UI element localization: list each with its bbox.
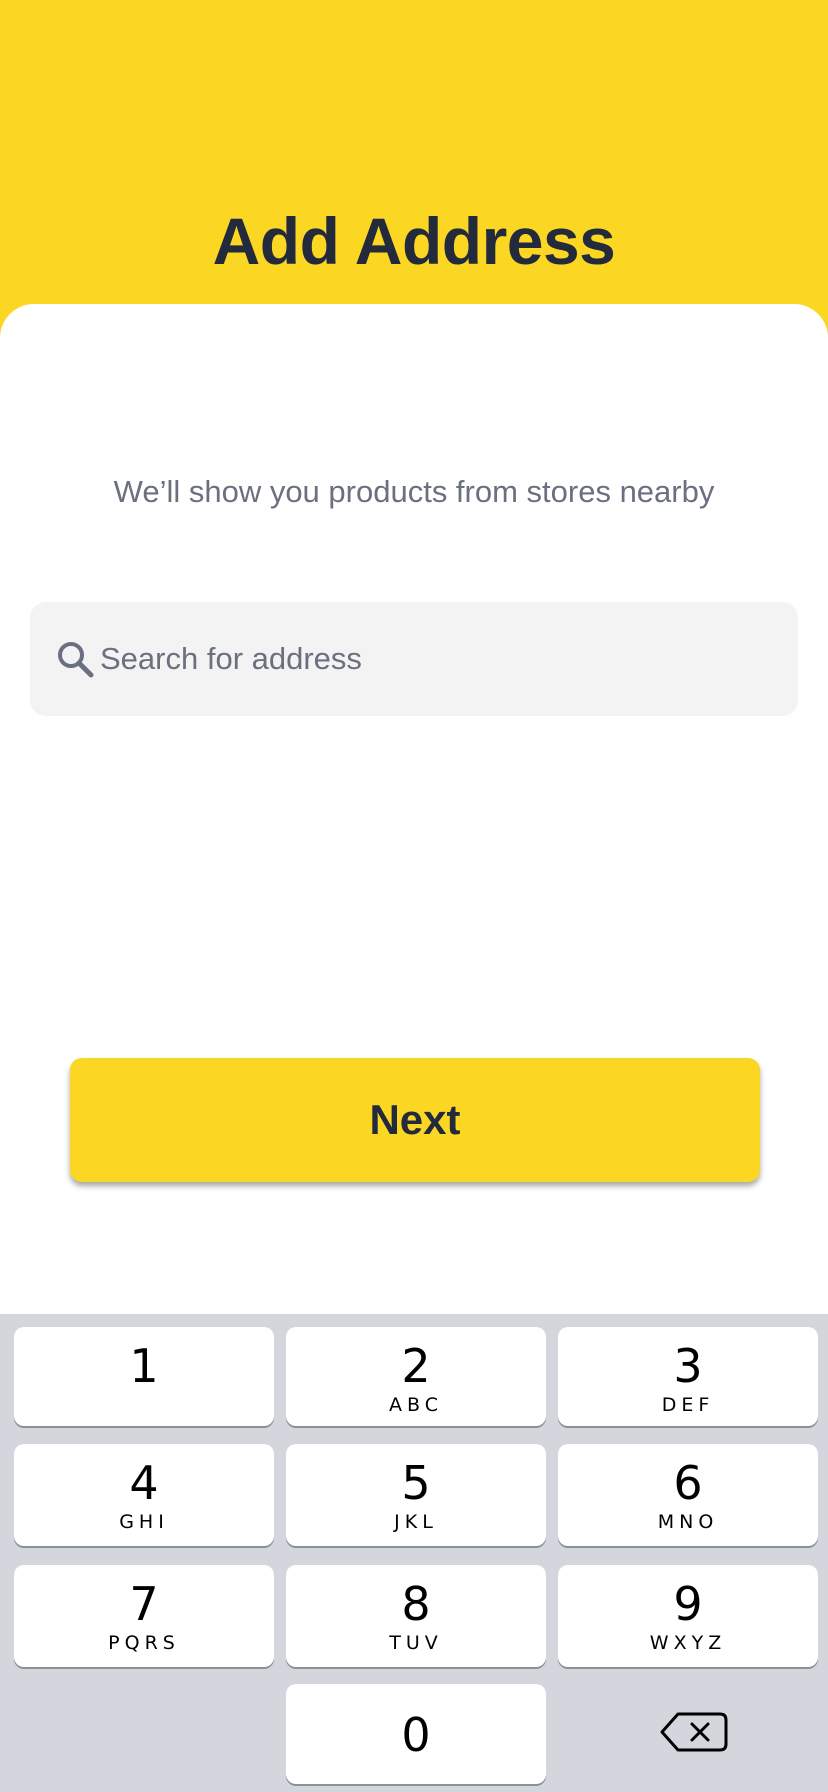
key-6-letters: MNO — [657, 1511, 719, 1533]
key-5[interactable]: 5 JKL — [286, 1444, 546, 1546]
key-7-number: 7 — [129, 1577, 159, 1631]
next-button[interactable]: Next — [70, 1058, 760, 1182]
key-4[interactable]: 4 GHI — [14, 1444, 274, 1546]
key-2-number: 2 — [401, 1339, 431, 1393]
key-3-letters: DEF — [661, 1394, 715, 1416]
key-7-letters: PQRS — [108, 1632, 180, 1654]
key-9-letters: WXYZ — [649, 1632, 727, 1654]
key-0[interactable]: 0 — [286, 1684, 546, 1784]
search-input[interactable] — [100, 602, 780, 716]
key-6-number: 6 — [673, 1456, 703, 1510]
search-icon — [58, 642, 94, 678]
key-0-number: 0 — [401, 1708, 431, 1762]
key-8-letters: TUV — [389, 1632, 443, 1654]
backspace-icon[interactable] — [640, 1692, 750, 1772]
key-5-number: 5 — [401, 1456, 431, 1510]
key-7[interactable]: 7 PQRS — [14, 1565, 274, 1667]
key-9-number: 9 — [673, 1577, 703, 1631]
key-5-letters: JKL — [394, 1511, 438, 1533]
key-4-number: 4 — [129, 1456, 159, 1510]
key-9[interactable]: 9 WXYZ — [558, 1565, 818, 1667]
key-3[interactable]: 3 DEF — [558, 1327, 818, 1426]
key-6[interactable]: 6 MNO — [558, 1444, 818, 1546]
key-2-letters: ABC — [389, 1394, 443, 1416]
search-field[interactable] — [30, 602, 798, 716]
page-title: Add Address — [212, 204, 616, 278]
key-1-number: 1 — [129, 1339, 159, 1393]
add-address-screen: Add Address We’ll show you products from… — [0, 0, 828, 1792]
key-3-number: 3 — [673, 1339, 703, 1393]
key-4-letters: GHI — [119, 1511, 169, 1533]
key-2[interactable]: 2 ABC — [286, 1327, 546, 1426]
subtitle-text: We’ll show you products from stores near… — [113, 474, 715, 509]
key-1[interactable]: 1 — [14, 1327, 274, 1426]
key-8-number: 8 — [401, 1577, 431, 1631]
key-8[interactable]: 8 TUV — [286, 1565, 546, 1667]
